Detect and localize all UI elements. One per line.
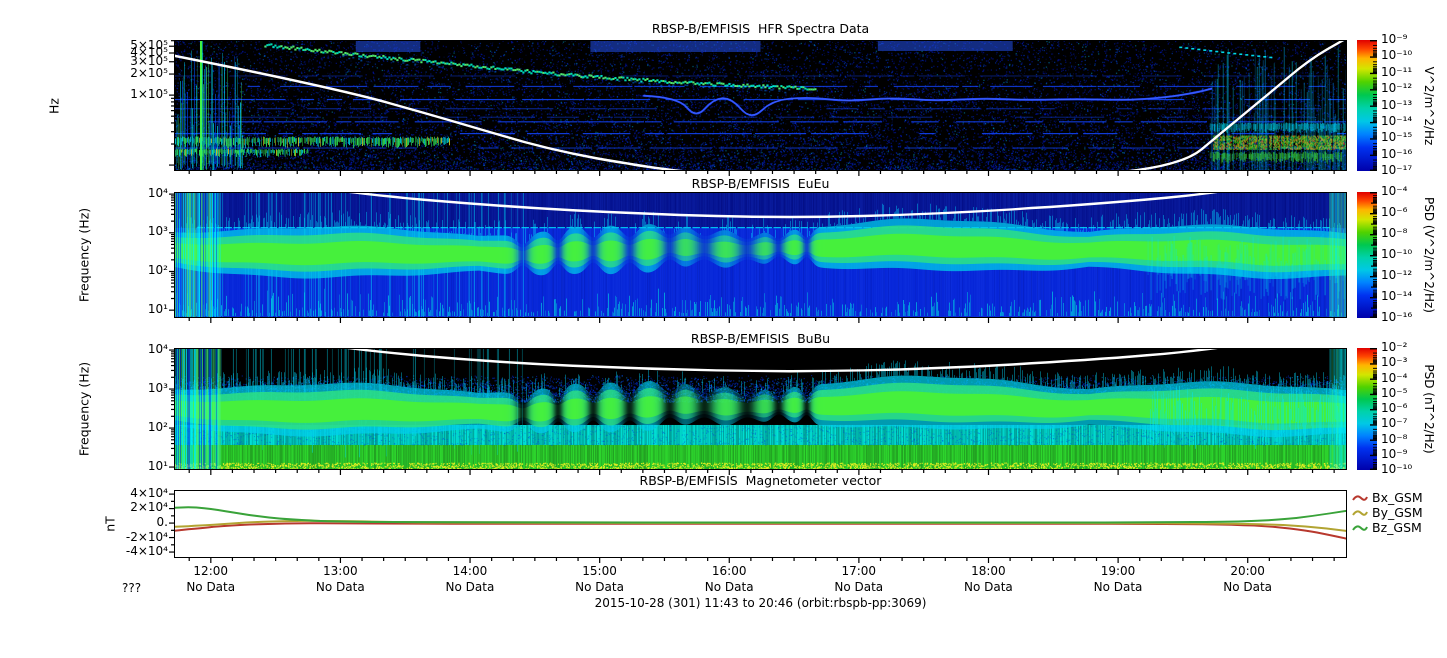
no-data-label: No Data: [963, 580, 1013, 594]
y-tick-label: 4×10⁴: [130, 486, 168, 500]
time-tick-label: 13:00: [323, 564, 358, 578]
legend-swatch-by-icon: [1352, 509, 1368, 516]
mag-line-plot-canvas[interactable]: [166, 490, 1348, 565]
y-tick-label: 10³: [147, 380, 168, 395]
unknown-orbit-label: ???: [122, 581, 142, 595]
y-tick-label: 2×10⁵: [130, 65, 168, 80]
eueu-title: RBSP-B/EMFISIS EuEu: [691, 176, 830, 191]
colorbar-tick-label: 10⁻¹¹: [1381, 64, 1413, 79]
time-tick-label: 20:00: [1230, 564, 1265, 578]
y-tick-label: -4×10⁴: [125, 544, 168, 559]
colorbar-tick-label: 10⁻³: [1381, 355, 1408, 370]
colorbar-tick-label: 10⁻⁴: [1381, 370, 1408, 385]
time-tick-label: 15:00: [582, 564, 617, 578]
y-tick-label: 10³: [147, 223, 168, 238]
bubu-title: RBSP-B/EMFISIS BuBu: [690, 331, 831, 346]
colorbar-tick-label: 10⁻¹²: [1381, 268, 1413, 282]
colorbar-tick-label: 10⁻¹⁷: [1381, 163, 1413, 177]
y-tick-label: 0.: [156, 514, 168, 529]
figure: RBSP-B/EMFISIS HFR Spectra Data RBSP-B/E…: [0, 0, 1447, 658]
no-data-label: No Data: [315, 580, 365, 594]
colorbar-tick-label: 10⁻¹⁵: [1381, 130, 1413, 145]
hfr-spectrogram-canvas[interactable]: [166, 40, 1348, 178]
legend-label-bx: Bx_GSM: [1372, 490, 1423, 505]
eueu-spectrogram-canvas[interactable]: [166, 192, 1348, 325]
legend-swatch-bx-icon: [1352, 494, 1368, 501]
time-tick-label: 19:00: [1100, 564, 1136, 578]
legend-label-by: By_GSM: [1372, 505, 1423, 520]
y-tick-label: 10¹: [147, 458, 168, 473]
legend-swatch-bz-icon: [1352, 524, 1368, 531]
no-data-label: No Data: [1223, 580, 1273, 594]
colorbar-tick-label: 10⁻⁶: [1381, 401, 1408, 415]
no-data-label: No Data: [575, 580, 624, 594]
colorbar-tick-label: 10⁻⁶: [1381, 205, 1408, 219]
colorbar-tick-label: 10⁻⁹: [1381, 446, 1408, 461]
colorbar-tick-label: 10⁻¹⁴: [1381, 113, 1413, 128]
legend-item-bx: Bx_GSM: [1352, 490, 1423, 505]
bubu-colorbar-unit: PSD (nT^2/Hz): [1422, 364, 1436, 454]
footer-caption: 2015-10-28 (301) 11:43 to 20:46 (orbit:r…: [594, 596, 927, 610]
no-data-label: No Data: [186, 580, 236, 594]
mag-ylabel: nT: [102, 516, 118, 532]
colorbar-tick-label: 10⁻¹⁰: [1381, 247, 1413, 261]
colorbar-tick-label: 10⁻⁹: [1381, 32, 1408, 46]
colorbar-tick-label: 10⁻¹⁴: [1381, 288, 1413, 303]
colorbar-tick-label: 10⁻⁴: [1381, 184, 1408, 198]
time-tick-label: 18:00: [971, 564, 1006, 578]
colorbar-tick-label: 10⁻¹³: [1381, 97, 1413, 112]
hfr-ylabel: Hz: [46, 98, 62, 114]
legend-label-bz: Bz_GSM: [1372, 520, 1422, 535]
y-tick-label: -2×10⁴: [125, 529, 168, 544]
colorbar-tick-label: 10⁻⁵: [1381, 385, 1408, 400]
y-tick-label: 2×10⁴: [130, 500, 168, 515]
no-data-label: No Data: [1093, 580, 1143, 594]
time-tick-label: 17:00: [841, 564, 877, 578]
eueu-ylabel: Frequency (Hz): [76, 207, 92, 303]
bubu-spectrogram-canvas[interactable]: [166, 348, 1348, 477]
colorbar-tick-label: 10⁻¹⁰: [1381, 462, 1413, 476]
hfr-colorbar-unit: V^2/m^2/Hz: [1422, 66, 1436, 146]
y-tick-label: 1×10⁵: [130, 87, 168, 102]
colorbar-tick-label: 10⁻¹⁰: [1381, 48, 1413, 63]
colorbar-tick-label: 10⁻¹²: [1381, 81, 1413, 96]
no-data-label: No Data: [445, 580, 495, 594]
colorbar-tick-label: 10⁻⁷: [1381, 416, 1408, 431]
time-tick-label: 14:00: [452, 564, 488, 578]
colorbar-tick-label: 10⁻⁸: [1381, 431, 1408, 446]
bubu-ylabel: Frequency (Hz): [76, 361, 92, 457]
hfr-title: RBSP-B/EMFISIS HFR Spectra Data: [651, 21, 870, 36]
y-tick-label: 10²: [147, 263, 168, 277]
colorbar-tick-label: 10⁻¹⁶: [1381, 146, 1413, 161]
time-tick-label: 16:00: [711, 564, 747, 578]
legend-item-bz: Bz_GSM: [1352, 520, 1422, 535]
y-tick-label: 10¹: [147, 302, 168, 317]
legend-item-by: By_GSM: [1352, 505, 1423, 520]
colorbar-tick-label: 10⁻²: [1381, 340, 1408, 354]
colorbar-tick-label: 10⁻¹⁶: [1381, 310, 1413, 324]
y-tick-label: 10²: [147, 420, 168, 435]
y-tick-label: 10⁴: [147, 341, 168, 356]
eueu-colorbar-unit: PSD (V^2/m^2/Hz): [1422, 197, 1436, 313]
y-tick-label: 10⁴: [147, 186, 168, 201]
no-data-label: No Data: [704, 580, 754, 594]
time-tick-label: 12:00: [193, 564, 229, 578]
no-data-label: No Data: [834, 580, 884, 594]
colorbar-tick-label: 10⁻⁸: [1381, 225, 1408, 240]
